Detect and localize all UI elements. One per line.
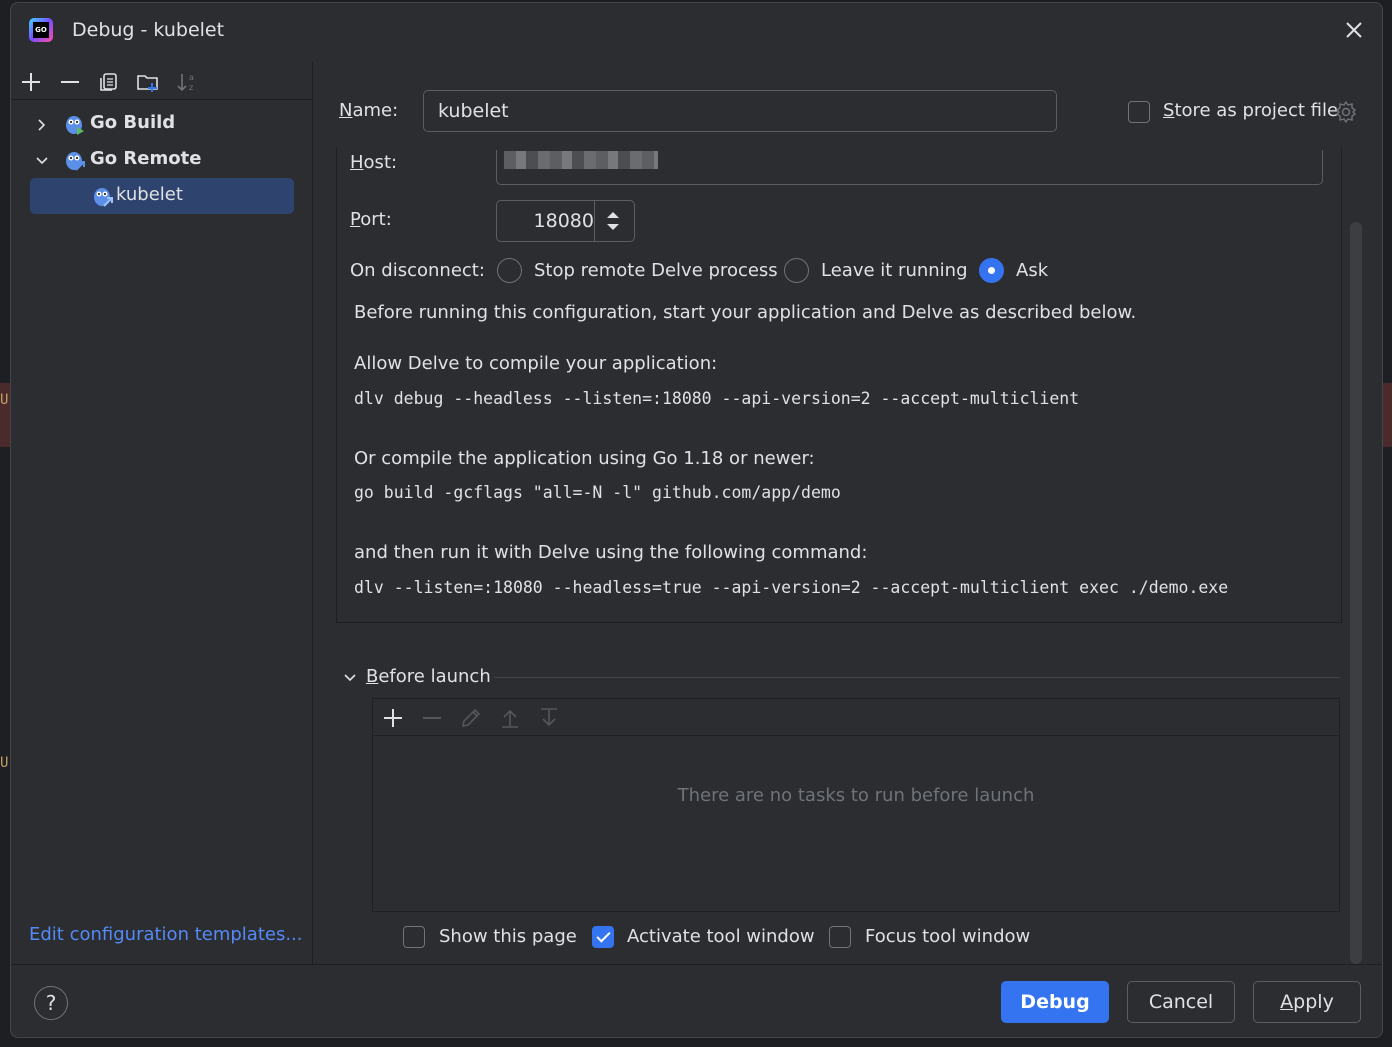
host-label: Host:	[350, 152, 398, 173]
before-launch-toolbar	[373, 699, 1339, 736]
background-editor-marker	[1382, 383, 1392, 447]
name-input[interactable]: kubelet	[423, 90, 1057, 132]
gopher-build-icon	[66, 116, 84, 135]
name-label: Name:	[339, 100, 399, 121]
host-value-redacted	[504, 151, 658, 169]
radio-ask[interactable]	[979, 258, 1004, 283]
move-down-icon	[541, 708, 557, 727]
before-launch-title: Before launch	[366, 666, 491, 687]
chevron-down-icon[interactable]	[34, 153, 50, 169]
allow-delve-text: Allow Delve to compile your application:	[354, 353, 718, 374]
run-debug-config-dialog: Debug - kubelet a	[10, 2, 1383, 1038]
radio-leave-running[interactable]	[784, 258, 809, 283]
tree-item-go-build[interactable]: Go Build	[11, 107, 313, 143]
apply-button[interactable]: Apply	[1253, 981, 1361, 1023]
add-icon[interactable]	[19, 70, 43, 94]
focus-tool-window-checkbox[interactable]	[829, 926, 851, 948]
checkbox-label: Activate tool window	[627, 926, 815, 947]
vertical-scrollbar[interactable]	[1350, 222, 1362, 964]
background-editor-glyph: U	[0, 755, 9, 771]
show-this-page-checkbox[interactable]	[403, 926, 425, 948]
config-tree-panel: a z Go Build Go Remote kubelet Edit conf…	[11, 62, 313, 964]
chevron-right-icon[interactable]	[34, 117, 50, 133]
go-build-command[interactable]: go build -gcflags "all=-N -l" github.com…	[354, 483, 841, 502]
tree-item-label: Go Remote	[90, 148, 202, 169]
goland-icon	[29, 18, 53, 42]
title-bar: Debug - kubelet	[11, 3, 1382, 59]
remove-icon	[423, 717, 441, 719]
tree-item-label: Go Build	[90, 112, 176, 133]
add-icon[interactable]	[381, 706, 405, 730]
activate-tool-window-checkbox[interactable]	[592, 926, 614, 948]
radio-label: Ask	[1016, 260, 1049, 281]
port-input[interactable]: 18080	[496, 200, 635, 242]
config-editor-panel: Name: kubelet Store as project file Host…	[314, 62, 1382, 964]
gopher-remote-icon	[94, 188, 113, 207]
edit-icon	[461, 708, 481, 728]
spinner-icon[interactable]	[598, 207, 628, 235]
dialog-footer: ? Debug Cancel Apply	[11, 964, 1382, 1037]
new-folder-icon[interactable]	[136, 70, 160, 94]
allow-delve-command[interactable]: dlv debug --headless --listen=:18080 --a…	[354, 389, 1079, 408]
port-label: Port:	[350, 209, 392, 230]
close-icon[interactable]	[1342, 18, 1366, 42]
tree-item-label: kubelet	[116, 184, 183, 205]
debug-button[interactable]: Debug	[1001, 981, 1109, 1023]
svg-text:a: a	[189, 73, 194, 82]
dlv-exec-command[interactable]: dlv --listen=:18080 --headless=true --ap…	[354, 578, 1228, 597]
store-as-project-file-label: Store as project file	[1163, 100, 1339, 121]
radio-label: Leave it running	[821, 260, 968, 281]
remove-icon[interactable]	[58, 70, 82, 94]
tree-item-kubelet[interactable]: kubelet	[11, 179, 313, 215]
svg-text:z: z	[189, 83, 193, 92]
sort-icon[interactable]: a z	[175, 70, 199, 94]
then-run-text: and then run it with Delve using the fol…	[354, 542, 868, 563]
port-divider	[594, 201, 595, 241]
cancel-button[interactable]: Cancel	[1127, 981, 1235, 1023]
or-compile-text: Or compile the application using Go 1.18…	[354, 448, 815, 469]
chevron-down-icon[interactable]	[342, 670, 358, 686]
section-divider	[494, 677, 1340, 678]
checkbox-label: Focus tool window	[865, 926, 1031, 947]
help-button[interactable]: ?	[34, 986, 68, 1020]
radio-label: Stop remote Delve process	[534, 260, 778, 281]
before-launch-header[interactable]: Before launch	[342, 666, 1340, 690]
before-launch-task-list: There are no tasks to run before launch	[372, 698, 1340, 912]
intro-text: Before running this configuration, start…	[354, 302, 1137, 323]
window-title: Debug - kubelet	[72, 19, 225, 41]
move-up-icon	[502, 709, 518, 728]
checkbox-label: Show this page	[439, 926, 577, 947]
gear-icon[interactable]	[1334, 100, 1358, 124]
on-disconnect-label: On disconnect:	[350, 260, 485, 281]
config-tree-toolbar: a z	[11, 62, 313, 100]
empty-tasks-message: There are no tasks to run before launch	[677, 785, 1035, 806]
port-value[interactable]: 18080	[497, 201, 594, 241]
tree-item-go-remote[interactable]: Go Remote	[11, 143, 313, 179]
copy-icon[interactable]	[97, 70, 121, 94]
store-as-project-file-checkbox[interactable]	[1128, 101, 1150, 123]
radio-stop-remote-delve[interactable]	[497, 258, 522, 283]
edit-templates-link[interactable]: Edit configuration templates...	[29, 924, 303, 945]
gopher-remote-icon	[66, 152, 85, 171]
background-editor-glyph: U	[0, 392, 9, 408]
